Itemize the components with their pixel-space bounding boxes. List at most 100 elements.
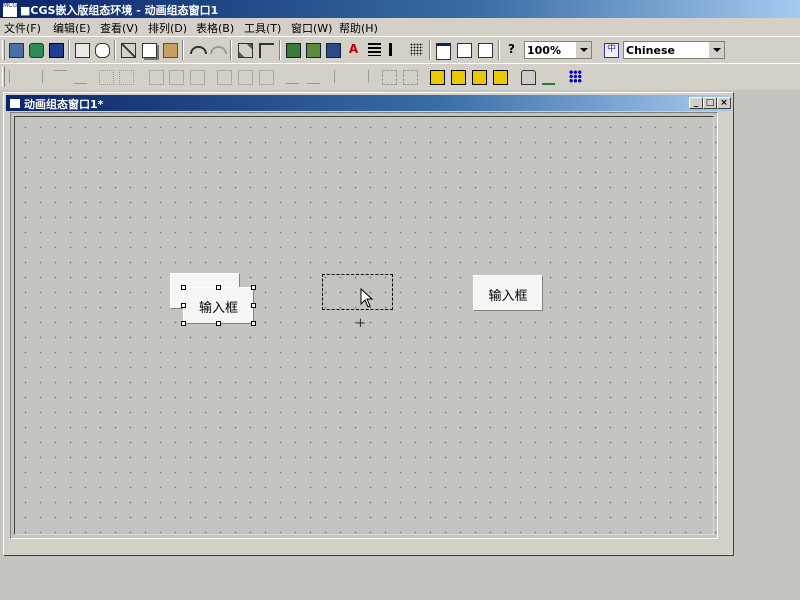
same-width-icon[interactable]	[97, 68, 115, 86]
help-icon[interactable]: ?	[503, 41, 521, 59]
distribute-v-icon[interactable]	[236, 68, 254, 86]
minimize-button[interactable]: _	[689, 97, 703, 109]
print-preview-icon[interactable]	[93, 41, 111, 59]
toolbar-separator	[498, 40, 500, 60]
edit-pen-icon[interactable]	[540, 68, 558, 86]
space-evenly-icon[interactable]	[188, 68, 206, 86]
send-to-back-icon[interactable]	[449, 68, 467, 86]
window-icon[interactable]	[434, 41, 452, 60]
check-icon[interactable]	[455, 41, 473, 59]
toolbar-separator	[230, 40, 232, 60]
window-properties-icon[interactable]	[7, 41, 25, 59]
resize-handle-ne[interactable]	[251, 285, 256, 290]
resize-handle-n[interactable]	[216, 285, 221, 290]
center-horizontal-icon[interactable]	[147, 68, 165, 86]
toolbar-separator	[429, 40, 431, 60]
fill-color-icon[interactable]	[304, 41, 322, 59]
crosshair-icon: +	[355, 316, 366, 331]
cut-icon[interactable]	[119, 41, 137, 59]
app-title-bar[interactable]: MCGS ■CGS嵌入版组态环境 - 动画组态窗口1	[0, 0, 800, 18]
app-icon[interactable]: MCGS	[2, 2, 18, 18]
download-icon[interactable]	[476, 41, 494, 59]
group-icon[interactable]	[380, 68, 398, 86]
grid-color-icon[interactable]	[567, 68, 585, 86]
tools-icon[interactable]	[236, 41, 254, 59]
resize-handle-nw[interactable]	[181, 285, 186, 290]
child-window-title: 动画组态窗口1*	[24, 98, 104, 111]
align-left-icon[interactable]	[7, 68, 25, 86]
font-color-icon[interactable]: A	[345, 41, 363, 59]
redo-icon[interactable]	[208, 41, 227, 59]
bring-forward-icon[interactable]	[470, 68, 488, 86]
save-icon[interactable]	[47, 41, 65, 59]
input-box-label: 输入框	[488, 289, 528, 304]
menu-edit[interactable]: 编辑(E)	[53, 20, 91, 36]
window-icon[interactable]	[9, 98, 21, 109]
menu-bar: 文件(F) 编辑(E) 查看(V) 排列(D) 表格(B) 工具(T) 窗口(W…	[0, 18, 800, 36]
menu-window[interactable]: 窗口(W)	[291, 20, 332, 36]
line-color-icon[interactable]	[324, 41, 342, 59]
child-window-title-bar[interactable]: 动画组态窗口1* _ □ ×	[6, 95, 731, 111]
copy-icon[interactable]	[140, 41, 158, 59]
print-icon[interactable]	[73, 41, 91, 59]
lock-icon[interactable]	[519, 68, 537, 86]
chevron-down-icon[interactable]	[708, 42, 724, 58]
resize-handle-se[interactable]	[251, 321, 256, 326]
mouse-pointer-icon	[360, 288, 374, 308]
resize-handle-w[interactable]	[181, 303, 186, 308]
rotate-left-icon[interactable]	[332, 68, 350, 86]
toolbar-separator	[279, 40, 281, 60]
grid-icon[interactable]	[408, 41, 426, 59]
language-select[interactable]: Chinese	[623, 41, 725, 59]
menu-view[interactable]: 查看(V)	[100, 20, 138, 36]
menu-arrange[interactable]: 排列(D)	[148, 20, 187, 36]
zoom-value: 100%	[527, 44, 561, 57]
flip-vertical-icon[interactable]	[305, 68, 323, 86]
menu-help[interactable]: 帮助(H)	[339, 20, 378, 36]
menu-tools[interactable]: 工具(T)	[244, 20, 281, 36]
toolbar-separator	[68, 40, 70, 60]
undo-icon[interactable]	[188, 41, 207, 59]
language-value: Chinese	[626, 44, 675, 57]
align-right-icon[interactable]	[27, 68, 45, 86]
resize-handle-e[interactable]	[251, 303, 256, 308]
align-bottom-icon[interactable]	[72, 68, 90, 86]
resize-handle-s[interactable]	[216, 321, 221, 326]
layout-toolbar	[0, 63, 800, 92]
line-width-icon[interactable]	[387, 41, 405, 59]
animation-config-window[interactable]: 动画组态窗口1* _ □ ×	[3, 92, 734, 556]
chevron-down-icon[interactable]	[575, 42, 591, 58]
paste-icon[interactable]	[161, 41, 179, 59]
drag-outline	[322, 274, 393, 310]
align-icon[interactable]	[257, 41, 275, 59]
same-size-icon[interactable]	[257, 68, 275, 86]
language-icon[interactable]: 中	[602, 41, 620, 59]
rotate-right-icon[interactable]	[353, 68, 371, 86]
input-box[interactable]: 输入框	[473, 275, 543, 311]
app-title: ■CGS嵌入版组态环境 - 动画组态窗口1	[20, 4, 219, 17]
toolbar-separator	[114, 40, 116, 60]
toolbar-separator	[182, 40, 184, 60]
standard-toolbar: A ? 100% 中 Chinese	[0, 36, 800, 64]
zoom-select[interactable]: 100%	[524, 41, 592, 59]
same-height-icon[interactable]	[117, 68, 135, 86]
toolbar-grip[interactable]	[2, 40, 5, 60]
ungroup-icon[interactable]	[401, 68, 419, 86]
toolbar-grip[interactable]	[2, 67, 5, 87]
bring-to-front-icon[interactable]	[428, 68, 446, 86]
center-vertical-icon[interactable]	[167, 68, 185, 86]
align-top-icon[interactable]	[52, 68, 70, 86]
input-box-selected[interactable]: 输入框	[183, 287, 254, 324]
close-button[interactable]: ×	[717, 97, 731, 109]
view-toggle-icon[interactable]	[27, 41, 45, 59]
input-box-label: 输入框	[198, 301, 238, 316]
menu-file[interactable]: 文件(F)	[4, 20, 41, 36]
flip-horizontal-icon[interactable]	[284, 68, 302, 86]
menu-table[interactable]: 表格(B)	[196, 20, 234, 36]
line-style-icon[interactable]	[366, 41, 384, 59]
resize-handle-sw[interactable]	[181, 321, 186, 326]
send-backward-icon[interactable]	[491, 68, 509, 86]
edit-line-icon[interactable]	[284, 41, 302, 59]
distribute-h-icon[interactable]	[215, 68, 233, 86]
maximize-button[interactable]: □	[703, 97, 717, 109]
